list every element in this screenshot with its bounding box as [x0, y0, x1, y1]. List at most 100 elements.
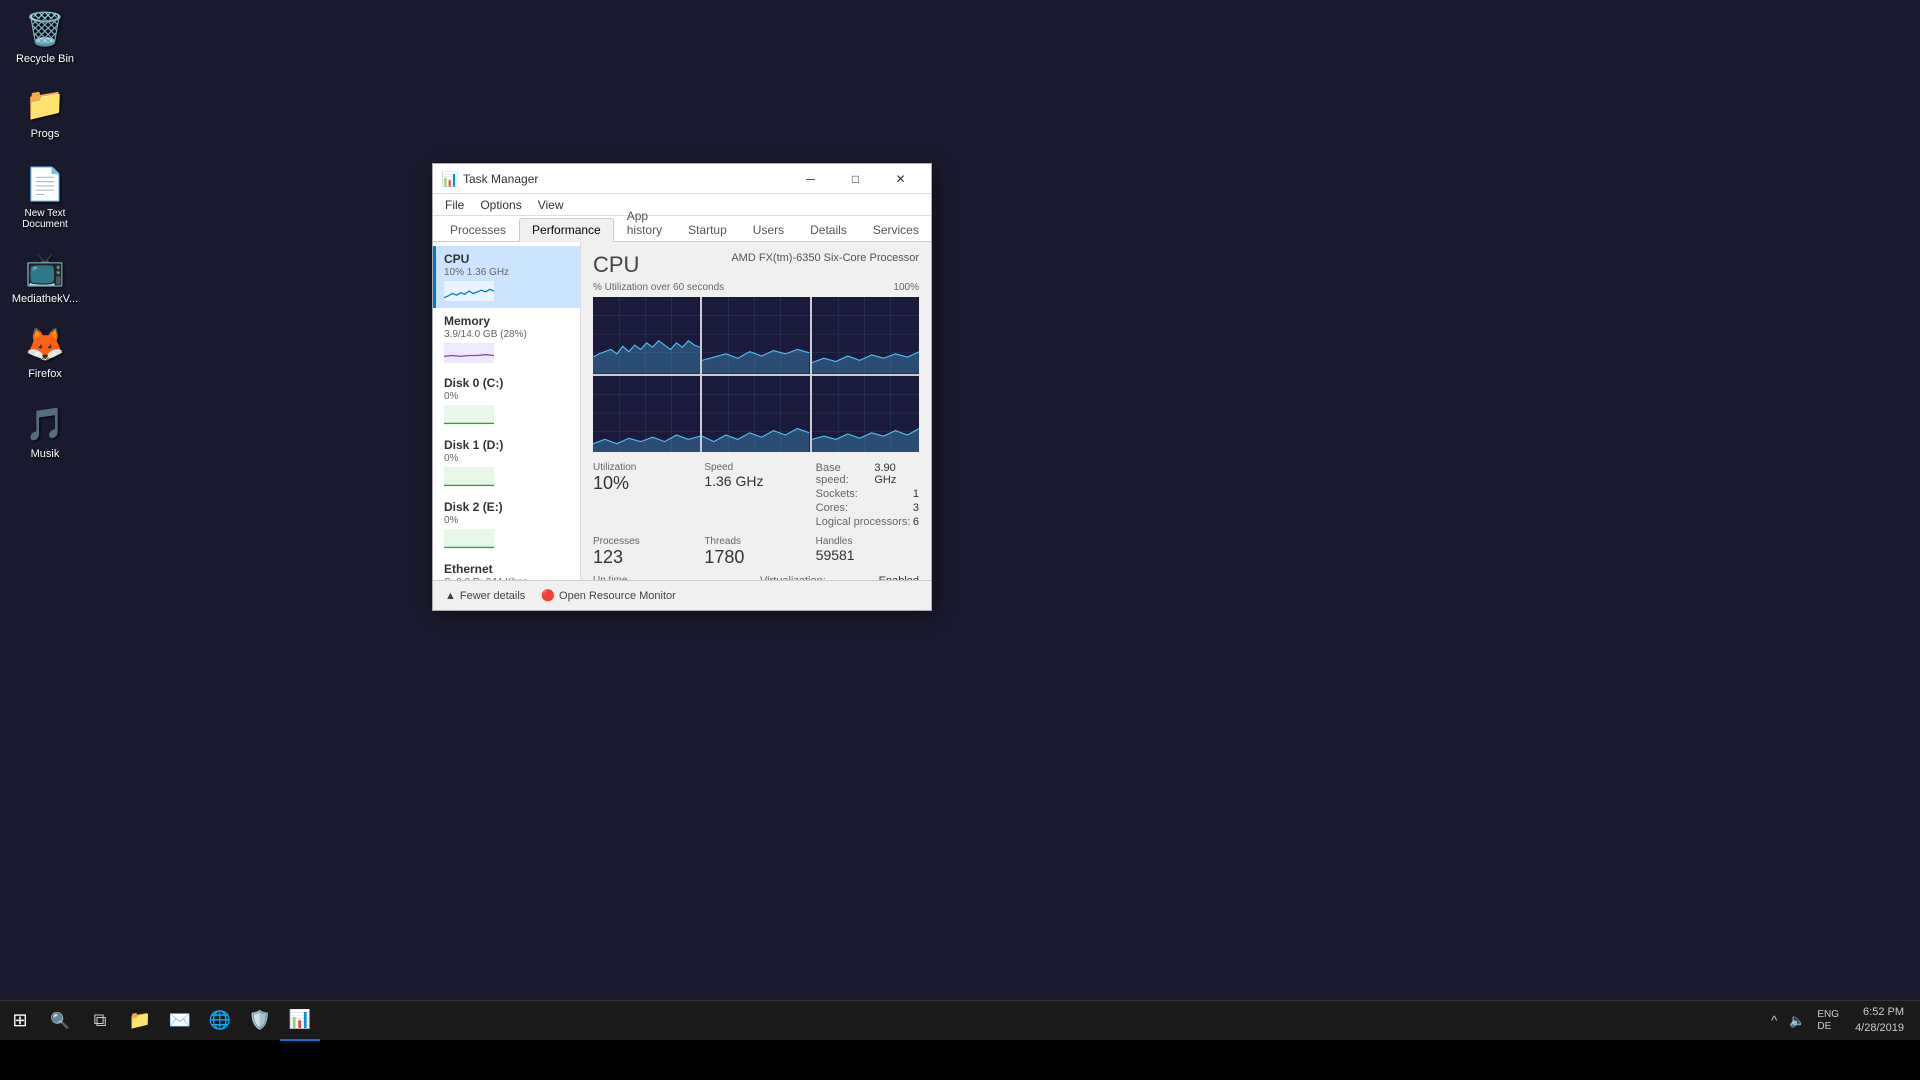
tab-app-history[interactable]: App history — [614, 204, 675, 241]
tab-performance[interactable]: Performance — [519, 218, 614, 242]
stat-threads: Threads 1780 — [704, 536, 807, 569]
desktop-icon-label: Recycle Bin — [16, 53, 74, 65]
tab-details[interactable]: Details — [797, 218, 860, 241]
menu-file[interactable]: File — [437, 196, 472, 214]
bottom-bar: ▲ Fewer details 🔴 Open Resource Monitor — [433, 580, 931, 610]
task-manager-window: 📊 Task Manager ─ □ ✕ File Options View P… — [432, 163, 932, 611]
menu-bar: File Options View — [433, 194, 931, 216]
fewer-details-link[interactable]: ▲ Fewer details — [445, 590, 525, 602]
desktop-icon-mediathek[interactable]: 📺 MediathekV... — [5, 245, 85, 309]
tray-expand[interactable]: ^ — [1767, 1011, 1781, 1030]
desktop-icon-label: New Text Document — [9, 208, 81, 230]
fewer-details-icon: ▲ — [445, 590, 456, 602]
cpu-mini-graph — [444, 280, 494, 302]
stat-basespeed: Base speed: 3.90 GHz Sockets: 1 Cores: 3 — [816, 462, 919, 530]
util-label: % Utilization over 60 seconds — [593, 282, 724, 293]
device-disk1-name: Disk 1 (D:) — [444, 438, 572, 452]
menu-options[interactable]: Options — [472, 196, 529, 214]
device-ethernet[interactable]: Ethernet S: 8.0 R: 344 Kbps — [433, 556, 580, 580]
cpu-detail-panel: CPU AMD FX(tm)-6350 Six-Core Processor %… — [581, 242, 931, 580]
maximize-button[interactable]: □ — [833, 164, 878, 194]
taskbar-file-explorer[interactable]: 📁 — [120, 1001, 160, 1041]
base-speed-val: 3.90 GHz — [874, 462, 919, 486]
taskbar-app1[interactable]: 🛡️ — [240, 1001, 280, 1041]
content-area: CPU 10% 1.36 GHz Memory 3.9/14.0 GB (28%… — [433, 242, 931, 580]
util-pct: 100% — [893, 282, 919, 293]
taskbar: ⊞ 🔍 ⧉ 📁 ✉️ 🌐 🛡️ 📊 ^ 🔈 ENGDE 6:52 PM 4/28… — [0, 1000, 1920, 1040]
processes-value: 123 — [593, 547, 696, 569]
taskbar-chrome[interactable]: 🌐 — [200, 1001, 240, 1041]
cpu-model: AMD FX(tm)-6350 Six-Core Processor — [731, 252, 919, 264]
cpu-core-graph-4 — [593, 376, 700, 453]
desktop-icon-new-text[interactable]: 📄 New Text Document — [5, 160, 85, 234]
stat-processes: Processes 123 — [593, 536, 696, 569]
utilization-value: 10% — [593, 473, 696, 495]
desktop-icon-firefox[interactable]: 🦊 Firefox — [5, 320, 85, 384]
taskbar-items: ⧉ 📁 ✉️ 🌐 🛡️ 📊 — [80, 1001, 1759, 1040]
tray-speaker[interactable]: 🔈 — [1785, 1011, 1809, 1031]
open-resource-monitor-link[interactable]: 🔴 Open Resource Monitor — [541, 589, 675, 602]
disk1-mini-graph — [444, 466, 494, 488]
desktop-icon-label: Progs — [31, 128, 60, 140]
device-disk1[interactable]: Disk 1 (D:) 0% — [433, 432, 580, 494]
cpu-core-graph-3 — [812, 297, 919, 374]
tab-services[interactable]: Services — [860, 218, 932, 241]
utilization-label: Utilization — [593, 462, 696, 473]
fewer-details-label: Fewer details — [460, 590, 525, 602]
taskbar-task-view[interactable]: ⧉ — [80, 1001, 120, 1041]
tray-clock[interactable]: 6:52 PM 4/28/2019 — [1847, 1005, 1912, 1036]
sockets-label: Sockets: — [816, 488, 858, 500]
disk0-mini-graph — [444, 404, 494, 426]
memory-mini-graph — [444, 342, 494, 364]
clock-time: 6:52 PM — [1855, 1005, 1904, 1020]
taskbar-mail[interactable]: ✉️ — [160, 1001, 200, 1041]
tab-bar: Processes Performance App history Startu… — [433, 216, 931, 242]
taskbar-task-manager[interactable]: 📊 — [280, 1001, 320, 1041]
logical-val: 6 — [913, 516, 919, 528]
stat-handles: Handles 59581 — [816, 536, 919, 569]
device-cpu[interactable]: CPU 10% 1.36 GHz — [433, 246, 580, 308]
recycle-bin-icon: 🗑️ — [25, 9, 65, 49]
device-disk1-detail: 0% — [444, 453, 572, 464]
stats-row-2: Processes 123 Threads 1780 Handles 59581 — [593, 536, 919, 569]
desktop-icon-progs[interactable]: 📁 Progs — [5, 80, 85, 144]
menu-view[interactable]: View — [530, 196, 572, 214]
tab-startup[interactable]: Startup — [675, 218, 740, 241]
processes-label: Processes — [593, 536, 696, 547]
search-button[interactable]: 🔍 — [40, 1001, 80, 1041]
firefox-icon: 🦊 — [25, 324, 65, 364]
tab-users[interactable]: Users — [740, 218, 797, 241]
window-controls: ─ □ ✕ — [788, 164, 923, 194]
mediathek-icon: 📺 — [25, 249, 65, 289]
music-icon: 🎵 — [25, 404, 65, 444]
stat-utilization: Utilization 10% — [593, 462, 696, 530]
device-disk0[interactable]: Disk 0 (C:) 0% — [433, 370, 580, 432]
util-label-row: % Utilization over 60 seconds 100% — [593, 282, 919, 297]
desktop-icon-label: Musik — [31, 448, 60, 460]
threads-value: 1780 — [704, 547, 807, 569]
desktop-icon-musik[interactable]: 🎵 Musik — [5, 400, 85, 464]
device-disk2-name: Disk 2 (E:) — [444, 500, 572, 514]
minimize-button[interactable]: ─ — [788, 164, 833, 194]
cpu-core-graph-6 — [812, 376, 919, 453]
folder-icon: 📁 — [25, 84, 65, 124]
device-cpu-name: CPU — [444, 252, 572, 266]
tray-language[interactable]: ENGDE — [1813, 1009, 1843, 1033]
desktop-icon-label: MediathekV... — [12, 293, 78, 305]
close-button[interactable]: ✕ — [878, 164, 923, 194]
stat-speed: Speed 1.36 GHz — [704, 462, 807, 530]
sockets-val: 1 — [913, 488, 919, 500]
tab-processes[interactable]: Processes — [437, 218, 519, 241]
device-disk2[interactable]: Disk 2 (E:) 0% — [433, 494, 580, 556]
cpu-title: CPU — [593, 252, 639, 278]
desktop-icon-recycle-bin[interactable]: 🗑️ Recycle Bin — [5, 5, 85, 69]
cpu-core-graph-5 — [702, 376, 809, 453]
device-memory[interactable]: Memory 3.9/14.0 GB (28%) — [433, 308, 580, 370]
cores-val: 3 — [913, 502, 919, 514]
device-disk0-name: Disk 0 (C:) — [444, 376, 572, 390]
desktop-icon-label: Firefox — [28, 368, 62, 380]
cpu-core-graph-2 — [702, 297, 809, 374]
stats-row-1: Utilization 10% Speed 1.36 GHz Base spee… — [593, 462, 919, 530]
clock-date: 4/28/2019 — [1855, 1021, 1904, 1036]
start-button[interactable]: ⊞ — [0, 1001, 40, 1041]
